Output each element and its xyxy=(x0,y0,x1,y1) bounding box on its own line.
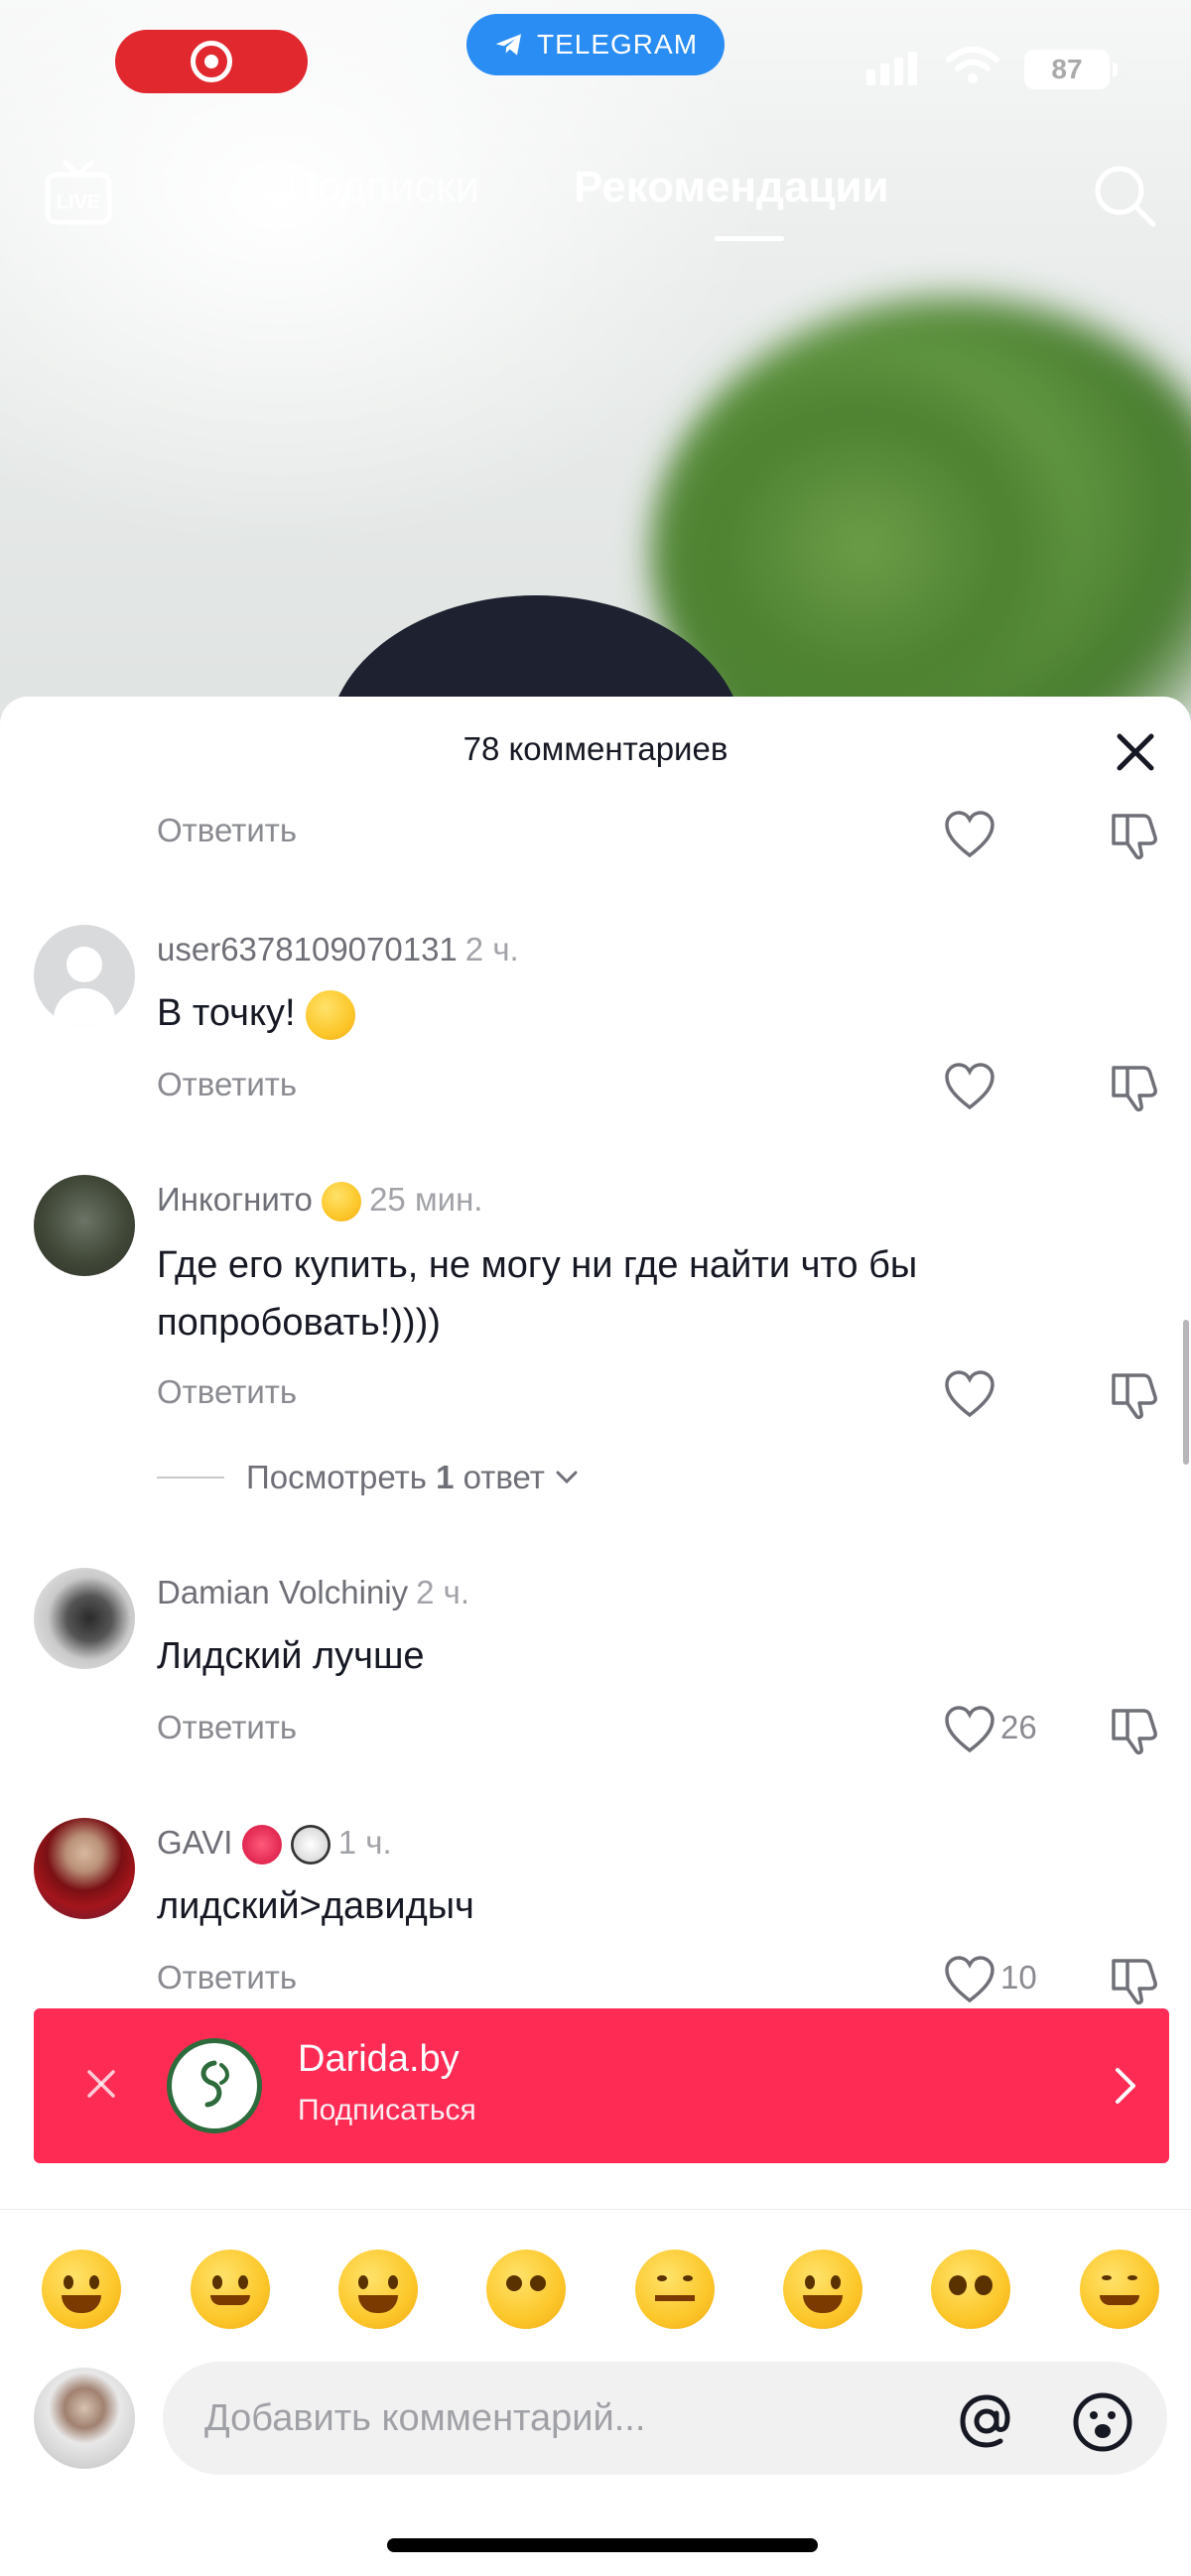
reply-button[interactable]: Ответить xyxy=(157,1959,297,1996)
comment-time: 25 мин. xyxy=(369,1181,483,1218)
ad-banner[interactable]: Darida.by Подписаться xyxy=(34,2008,1169,2163)
comment-text: Лидский лучше xyxy=(157,1635,425,1677)
tab-recommendations[interactable]: Рекомендации xyxy=(574,163,889,212)
scrollbar[interactable] xyxy=(1183,1320,1189,1465)
like-heart-icon[interactable] xyxy=(943,1705,996,1754)
reply-button[interactable]: Ответить xyxy=(157,812,297,849)
avatar[interactable] xyxy=(34,1568,135,1669)
view-replies-button[interactable]: Посмотреть 1 ответ xyxy=(157,1459,579,1496)
emoji-picker-icon[interactable] xyxy=(1072,2391,1133,2453)
add-comment-input[interactable] xyxy=(163,2362,1167,2475)
soccer-ball-emoji-icon xyxy=(290,1825,331,1866)
ad-account-name: Darida.by xyxy=(298,2038,460,2080)
view-replies-count: 1 xyxy=(436,1459,455,1495)
telegram-back-pill[interactable]: TELEGRAM xyxy=(466,14,725,75)
dislike-icon[interactable] xyxy=(1108,1953,1161,2006)
search-icon[interactable] xyxy=(1092,163,1157,228)
like-heart-icon[interactable] xyxy=(943,1062,996,1111)
thinking-emoji-icon xyxy=(322,1182,362,1223)
cellular-signal-icon xyxy=(866,52,917,85)
heart-emoji-icon xyxy=(241,1825,282,1866)
flushed-emoji-icon[interactable] xyxy=(486,2250,566,2329)
pleading-emoji-icon[interactable] xyxy=(931,2250,1010,2329)
divider xyxy=(157,1477,224,1479)
grinning-emoji-icon[interactable] xyxy=(42,2250,121,2329)
comment-time: 1 ч. xyxy=(337,1824,392,1861)
like-count: 10 xyxy=(1000,1959,1037,1996)
active-tab-indicator xyxy=(715,236,784,241)
comment-time: 2 ч. xyxy=(464,931,519,967)
telegram-icon xyxy=(495,34,521,56)
comment-input-row xyxy=(0,2352,1191,2491)
dislike-icon[interactable] xyxy=(1108,808,1161,861)
relieved-emoji-icon[interactable] xyxy=(1080,2250,1159,2329)
sweat-smile-emoji-icon[interactable] xyxy=(783,2250,862,2329)
like-count: 26 xyxy=(1000,1709,1037,1745)
tears-of-joy-emoji-icon[interactable] xyxy=(338,2250,418,2329)
comment-username[interactable]: GAVI 1 ч. xyxy=(157,1824,392,1866)
comment-username[interactable]: Damian Volchiniy 2 ч. xyxy=(157,1574,469,1611)
comment-text: лидский>давидыч xyxy=(157,1885,474,1927)
mention-at-icon[interactable] xyxy=(957,2391,1016,2451)
comment-body: В точку! xyxy=(157,992,296,1034)
comment-text: В точку! xyxy=(157,984,356,1042)
darida-logo-icon xyxy=(167,2038,262,2133)
reply-button[interactable]: Ответить xyxy=(157,1373,297,1411)
comments-count-title: 78 комментариев xyxy=(463,730,728,767)
close-icon[interactable] xyxy=(1114,730,1157,774)
screen-recording-indicator[interactable] xyxy=(115,30,308,93)
ad-subscribe-action[interactable]: Подписаться xyxy=(298,2094,476,2127)
reply-button[interactable]: Ответить xyxy=(157,1709,297,1746)
close-ad-icon[interactable] xyxy=(83,2066,119,2102)
tab-subscriptions[interactable]: Подписки xyxy=(286,163,479,212)
comment-text: Где его купить, не могу ни где найти что… xyxy=(157,1244,918,1344)
live-label: LIVE xyxy=(57,192,100,213)
battery-level: 87 xyxy=(1051,54,1083,84)
like-heart-icon[interactable] xyxy=(943,1955,996,2004)
avatar[interactable] xyxy=(34,1818,135,1919)
username-text: user6378109070131 xyxy=(157,931,458,967)
username-text: Инкогнито xyxy=(157,1181,313,1218)
current-user-avatar[interactable] xyxy=(34,2368,135,2469)
status-bar: TELEGRAM 87 xyxy=(0,0,1191,129)
like-heart-icon[interactable] xyxy=(943,1369,996,1419)
comment-username[interactable]: Инкогнито 25 мин. xyxy=(157,1181,483,1223)
like-heart-icon[interactable] xyxy=(943,810,996,859)
telegram-label: TELEGRAM xyxy=(536,29,699,60)
smirk-emoji-icon[interactable] xyxy=(635,2250,715,2329)
live-tv-icon[interactable]: LIVE xyxy=(44,159,113,228)
avatar[interactable] xyxy=(34,1175,135,1276)
avatar[interactable] xyxy=(34,925,135,1026)
wifi-icon xyxy=(946,47,999,83)
view-replies-suffix: ответ xyxy=(454,1459,545,1495)
dislike-icon[interactable] xyxy=(1108,1367,1161,1421)
comment-time: 2 ч. xyxy=(416,1574,470,1610)
top-navigation: LIVE Подписки Рекомендации xyxy=(0,149,1191,248)
username-text: Damian Volchiniy xyxy=(157,1574,409,1610)
comment-username[interactable]: user6378109070131 2 ч. xyxy=(157,931,519,968)
quick-emoji-bar xyxy=(0,2209,1191,2356)
chevron-right-icon[interactable] xyxy=(1112,2064,1141,2108)
chevron-down-icon xyxy=(556,1471,578,1484)
home-indicator[interactable] xyxy=(387,2538,818,2552)
view-replies-prefix: Посмотреть xyxy=(246,1459,437,1495)
dislike-icon[interactable] xyxy=(1108,1703,1161,1756)
username-text: GAVI xyxy=(157,1824,233,1861)
smiling-hearts-emoji-icon[interactable] xyxy=(191,2250,270,2329)
reply-button[interactable]: Ответить xyxy=(157,1066,297,1103)
dislike-icon[interactable] xyxy=(1108,1060,1161,1113)
battery-indicator: 87 xyxy=(1024,50,1118,89)
grinning-emoji-icon xyxy=(306,989,356,1040)
record-icon xyxy=(191,41,232,82)
